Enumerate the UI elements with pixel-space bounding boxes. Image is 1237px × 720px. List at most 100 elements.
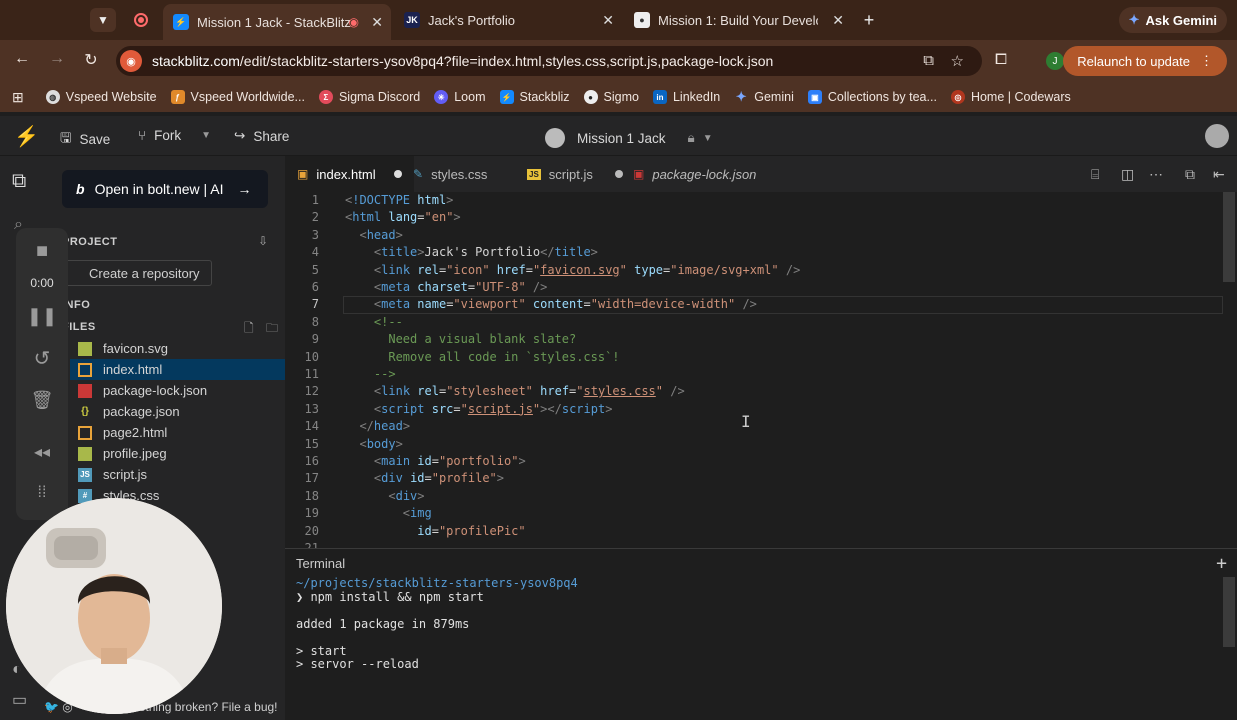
browser-tab-mission[interactable]: ● Mission 1: Build Your Develop ✕	[624, 4, 852, 36]
code-line: </head>	[359, 419, 411, 434]
relaunch-button[interactable]: Relaunch to update ⋮	[1063, 46, 1227, 76]
open-bolt-button[interactable]: b Open in bolt.new | AI →	[62, 170, 268, 208]
restart-icon[interactable]: ↺	[16, 346, 68, 371]
files-icon[interactable]: ⧉	[12, 170, 26, 193]
project-section-heading[interactable]: PROJECT	[62, 236, 117, 248]
code-line: <div>	[388, 488, 425, 503]
bookmark-label: Collections by tea...	[827, 90, 937, 104]
file-item[interactable]: package-lock.json	[70, 380, 285, 401]
bookmark-vspeed-website[interactable]: ◍ Vspeed Website	[45, 90, 157, 104]
recording-indicator-icon: ◉	[348, 15, 359, 29]
create-repository-button[interactable]: Create a repository	[58, 260, 212, 286]
file-item[interactable]: {} package.json	[70, 401, 285, 422]
editor-scrollbar[interactable]	[1223, 192, 1235, 282]
bookmark-stackbliz[interactable]: ⚡ Stackbliz	[499, 90, 570, 104]
site-info-icon[interactable]: ◉	[120, 50, 142, 72]
new-folder-icon[interactable]: 🗀	[266, 319, 278, 340]
ask-gemini-button[interactable]: ✦ Ask Gemini	[1118, 7, 1227, 33]
file-item[interactable]: page2.html	[70, 422, 285, 443]
file-item[interactable]: profile.jpeg	[70, 443, 285, 464]
json-icon: {}	[81, 406, 89, 417]
bookmark-sigmo[interactable]: ● Sigmo	[583, 90, 639, 104]
line-number: 2	[311, 210, 319, 225]
lock-icon: 🔒︎	[687, 130, 695, 145]
tab-title: Jack's Portfolio	[428, 12, 516, 28]
tab-search-icon[interactable]: ▼	[90, 8, 116, 32]
editor-tab-styles-css[interactable]: ✎ styles.css	[401, 156, 499, 192]
line-number: 14	[304, 419, 319, 434]
browser-tab-stackblitz[interactable]: ⚡ Mission 1 Jack - StackBlitz ◉ ✕	[163, 4, 391, 40]
reload-icon[interactable]: ↻	[80, 50, 102, 70]
stackblitz-logo-icon[interactable]: ⚡	[14, 124, 39, 149]
html-icon	[78, 362, 92, 377]
add-terminal-icon[interactable]: +	[1216, 553, 1227, 574]
theme-toggle-icon[interactable]: ◐	[12, 661, 22, 679]
apps-grid-icon[interactable]: ⊞	[12, 89, 24, 106]
bookmark-vspeed-worldwide[interactable]: ƒ Vspeed Worldwide...	[170, 90, 305, 104]
save-button[interactable]: 🖫 Save	[60, 128, 110, 151]
bookmark-loom[interactable]: ✳ Loom	[434, 90, 486, 104]
download-icon[interactable]: ⇩	[258, 234, 268, 248]
forward-icon[interactable]: →	[46, 50, 68, 68]
gemini-sparkle-icon: ✦	[1128, 12, 1140, 27]
editor-tab-index-html[interactable]: ▣ index.html	[285, 156, 414, 192]
save-icon: 🖫	[60, 130, 72, 145]
terminal-line: ~/projects/stackblitz-starters-ysov8pq4	[296, 576, 578, 590]
recording-icon[interactable]	[128, 8, 154, 32]
code-editor[interactable]: 1 2 3 4 5 6 7 8 9 10 11 12 13 14 15 16 17 18 19 20 21 <!DOCT…	[285, 192, 1237, 548]
install-app-icon[interactable]: ⧉	[923, 52, 934, 69]
bookmark-codewars[interactable]: ◎ Home | Codewars	[950, 90, 1071, 104]
collapse-panel-icon[interactable]: ⇤	[1213, 166, 1225, 183]
drag-handle-icon[interactable]: ⁞⁞	[16, 484, 68, 502]
pause-icon[interactable]: ❚❚	[16, 306, 68, 327]
file-item[interactable]: index.html	[70, 359, 285, 380]
trash-icon[interactable]: 🗑︎	[16, 390, 68, 411]
project-title-area[interactable]: Mission 1 Jack 🔒︎ ▼	[545, 128, 713, 148]
editor-tab-package-lock[interactable]: ▣ package-lock.json	[621, 156, 768, 192]
url-path: /edit/stackblitz-starters-ysov8pq4?file=…	[239, 53, 774, 69]
layout-icon[interactable]: ▭	[12, 690, 27, 710]
terminal-panel[interactable]: Terminal + ~/projects/stackblitz-starter…	[285, 548, 1237, 720]
more-actions-icon[interactable]: ⋯	[1149, 166, 1163, 183]
editor-tab-label: index.html	[316, 166, 376, 182]
back-icon[interactable]: ←	[11, 50, 33, 68]
file-item[interactable]: JS script.js	[70, 464, 285, 485]
open-preview-icon[interactable]: ⧉	[1185, 166, 1195, 183]
new-file-icon[interactable]: 🗋	[244, 319, 254, 340]
code-line: <!--	[373, 314, 403, 329]
browser-tab-portfolio[interactable]: JK Jack's Portfolio ✕	[394, 4, 622, 36]
new-tab-icon[interactable]: +	[856, 8, 882, 32]
line-number: 15	[304, 436, 319, 451]
bookmark-star-icon[interactable]: ☆	[951, 52, 964, 70]
line-number: 19	[304, 506, 319, 521]
arrow-right-icon: →	[237, 181, 252, 197]
close-tab-icon[interactable]: ✕	[371, 14, 383, 31]
share-button[interactable]: ↪ Share	[234, 128, 289, 144]
profile-avatar[interactable]: J	[1046, 52, 1064, 70]
format-icon[interactable]: ⌸	[1091, 166, 1099, 183]
github-icon: ●	[583, 90, 598, 104]
bookmark-collections[interactable]: ▣ Collections by tea...	[807, 90, 937, 104]
chevron-down-icon[interactable]: ▼	[201, 130, 211, 141]
collapse-icon[interactable]: ◂◂	[16, 442, 68, 462]
split-editor-icon[interactable]: ◫	[1121, 166, 1134, 183]
account-avatar[interactable]	[1205, 124, 1229, 148]
close-tab-icon[interactable]: ✕	[832, 12, 844, 29]
close-tab-icon[interactable]: ✕	[602, 12, 614, 29]
bookmark-gemini[interactable]: ✦ Gemini	[734, 89, 794, 104]
line-number: 1	[311, 193, 319, 207]
stop-icon[interactable]: ■	[16, 240, 68, 263]
url-bar[interactable]: ◉ stackblitz.com/edit/stackblitz-starter…	[116, 46, 982, 76]
extensions-icon[interactable]: ⧠	[995, 51, 1007, 68]
bookmark-linkedin[interactable]: in LinkedIn	[652, 90, 720, 104]
file-item[interactable]: favicon.svg	[70, 338, 285, 359]
code-line: Need a visual blank slate?	[345, 332, 577, 347]
code-line: -->	[373, 367, 396, 381]
terminal-scrollbar[interactable]	[1223, 577, 1235, 647]
bookmark-sigma-discord[interactable]: Σ Sigma Discord	[318, 90, 420, 104]
html-icon: ▣	[297, 167, 309, 181]
fork-button[interactable]: ⑂ Fork ▼	[138, 128, 211, 143]
editor-tab-script-js[interactable]: JS script.js	[515, 156, 635, 192]
code-line: <main id="portfolio">	[373, 454, 526, 468]
file-name: package.json	[103, 404, 180, 419]
